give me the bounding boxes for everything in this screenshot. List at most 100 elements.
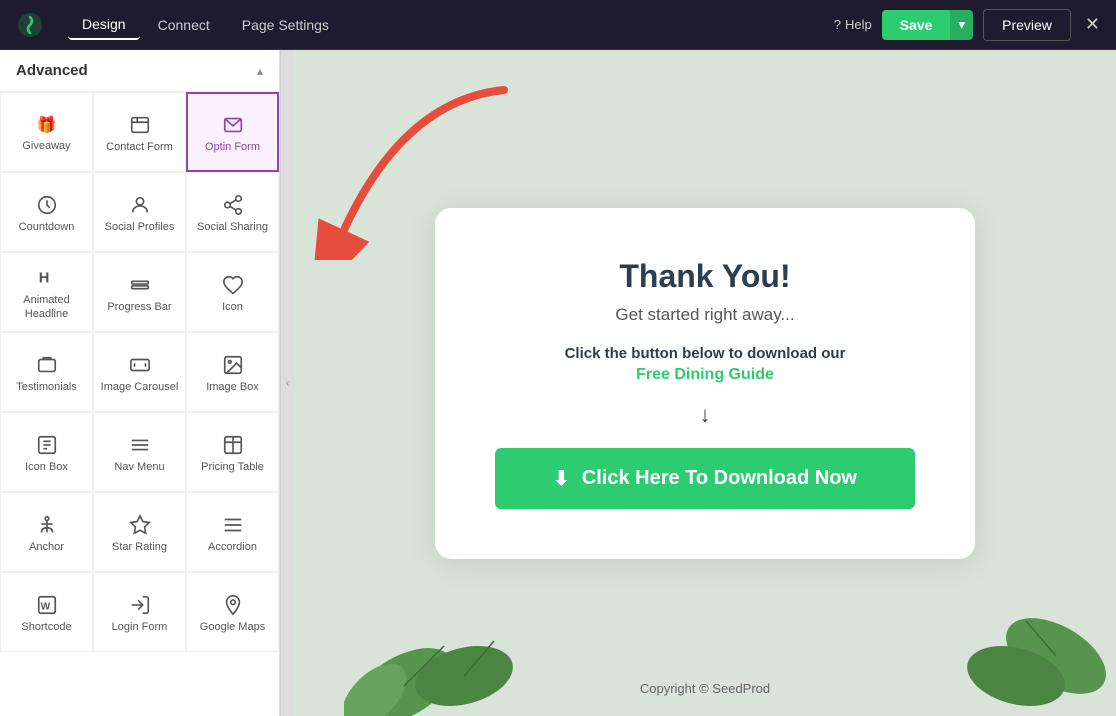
widget-label: Social Profiles: [105, 220, 175, 234]
widget-icon: [129, 354, 151, 376]
preview-button[interactable]: Preview: [983, 9, 1071, 41]
top-navigation: Design Connect Page Settings ? Help Save…: [0, 0, 1116, 50]
widget-icon: [129, 194, 151, 216]
widget-item-social-sharing[interactable]: Social Sharing: [186, 172, 279, 252]
widget-icon: [222, 274, 244, 296]
arrow-down-icon: ↓: [495, 402, 915, 428]
widget-label: Pricing Table: [201, 460, 264, 474]
widget-item-image-box[interactable]: Image Box: [186, 332, 279, 412]
copyright-text: Copyright © SeedProd: [640, 681, 770, 696]
widget-label: Icon: [222, 300, 243, 314]
sidebar: Advanced ▴ 🎁 Giveaway Contact Form Optin…: [0, 50, 280, 716]
tab-design[interactable]: Design: [68, 10, 140, 40]
widget-item-icon-box[interactable]: Icon Box: [0, 412, 93, 492]
svg-text:H: H: [38, 270, 49, 286]
decorative-leaves-right: [956, 576, 1116, 716]
widget-item-accordion[interactable]: Accordion: [186, 492, 279, 572]
widget-label: Image Box: [206, 380, 259, 394]
app-logo: [16, 11, 44, 39]
widget-label: Nav Menu: [114, 460, 164, 474]
widget-item-nav-menu[interactable]: Nav Menu: [93, 412, 186, 492]
widget-icon: H: [36, 267, 58, 289]
widget-label: Icon Box: [25, 460, 68, 474]
widget-item-contact-form[interactable]: Contact Form: [93, 92, 186, 172]
widget-item-progress-bar[interactable]: Progress Bar: [93, 252, 186, 332]
widget-label: Star Rating: [112, 540, 167, 554]
widget-icon: [222, 114, 244, 136]
decorative-leaves-left: [344, 596, 544, 716]
widget-icon: [36, 354, 58, 376]
save-group: Save ▾: [882, 10, 973, 40]
widget-icon: [222, 434, 244, 456]
topnav-actions: ? Help Save ▾ Preview ✕: [834, 9, 1100, 41]
widget-icon: [36, 514, 58, 536]
canvas-footer: Copyright © SeedProd: [640, 681, 770, 696]
svg-text:W: W: [40, 601, 50, 612]
widget-label: Countdown: [19, 220, 75, 234]
save-button[interactable]: Save: [882, 10, 951, 40]
widget-item-testimonials[interactable]: Testimonials: [0, 332, 93, 412]
widget-item-google-maps[interactable]: Google Maps: [186, 572, 279, 652]
widget-item-icon[interactable]: Icon: [186, 252, 279, 332]
thank-you-card: Thank You! Get started right away... Cli…: [435, 208, 975, 559]
sidebar-collapse-handle[interactable]: ‹: [280, 50, 294, 716]
widget-icon: [129, 514, 151, 536]
question-icon: ?: [834, 17, 841, 32]
widget-icon: [222, 354, 244, 376]
widget-label: Animated Headline: [5, 293, 88, 322]
main-layout: Advanced ▴ 🎁 Giveaway Contact Form Optin…: [0, 50, 1116, 716]
widget-icon: [36, 194, 58, 216]
widget-item-giveaway[interactable]: 🎁 Giveaway: [0, 92, 93, 172]
canvas: Thank You! Get started right away... Cli…: [294, 50, 1116, 716]
sidebar-title: Advanced: [16, 62, 88, 79]
collapse-icon: ‹: [286, 378, 289, 389]
widget-item-social-profiles[interactable]: Social Profiles: [93, 172, 186, 252]
download-button-label: Click Here To Download Now: [582, 467, 857, 490]
help-button[interactable]: ? Help: [834, 17, 872, 32]
widget-label: Testimonials: [16, 380, 77, 394]
close-button[interactable]: ✕: [1085, 14, 1100, 35]
widget-label: Google Maps: [200, 620, 265, 634]
widget-icon: [129, 594, 151, 616]
nav-tabs: Design Connect Page Settings: [68, 10, 343, 40]
widget-item-shortcode[interactable]: W Shortcode: [0, 572, 93, 652]
chevron-down-icon: ▾: [958, 17, 965, 32]
widget-label: Contact Form: [106, 140, 173, 154]
widget-label: Shortcode: [21, 620, 71, 634]
widget-item-image-carousel[interactable]: Image Carousel: [93, 332, 186, 412]
widget-item-animated-headline[interactable]: H Animated Headline: [0, 252, 93, 332]
save-dropdown-button[interactable]: ▾: [950, 10, 973, 40]
widget-icon: [36, 434, 58, 456]
widget-icon: [129, 274, 151, 296]
download-button[interactable]: ⬇ Click Here To Download Now: [495, 448, 915, 509]
card-title: Thank You!: [495, 258, 915, 295]
widget-label: Optin Form: [205, 140, 260, 154]
card-subtitle: Get started right away...: [495, 305, 915, 325]
widget-item-star-rating[interactable]: Star Rating: [93, 492, 186, 572]
widget-item-pricing-table[interactable]: Pricing Table: [186, 412, 279, 492]
widget-label: Login Form: [112, 620, 168, 634]
widget-icon: W: [36, 594, 58, 616]
widget-label: Giveaway: [22, 139, 70, 153]
widget-label: Social Sharing: [197, 220, 268, 234]
red-arrow: [294, 80, 514, 260]
card-link-text: Free Dining Guide: [495, 366, 915, 384]
widget-icon: [222, 514, 244, 536]
widget-label: Progress Bar: [107, 300, 171, 314]
widget-icon: [222, 194, 244, 216]
chevron-up-icon: ▴: [257, 64, 263, 78]
widget-icon: [222, 594, 244, 616]
widget-grid: 🎁 Giveaway Contact Form Optin Form Count…: [0, 92, 279, 652]
widget-item-optin-form[interactable]: Optin Form: [186, 92, 279, 172]
widget-item-anchor[interactable]: Anchor: [0, 492, 93, 572]
widget-label: Anchor: [29, 540, 64, 554]
widget-item-countdown[interactable]: Countdown: [0, 172, 93, 252]
card-body-text: Click the button below to download our: [495, 345, 915, 362]
tab-page-settings[interactable]: Page Settings: [228, 10, 343, 40]
widget-icon: [129, 434, 151, 456]
sidebar-header: Advanced ▴: [0, 50, 279, 92]
widget-icon: 🎁: [37, 115, 57, 135]
tab-connect[interactable]: Connect: [144, 10, 224, 40]
widget-item-login-form[interactable]: Login Form: [93, 572, 186, 652]
widget-label: Image Carousel: [101, 380, 179, 394]
